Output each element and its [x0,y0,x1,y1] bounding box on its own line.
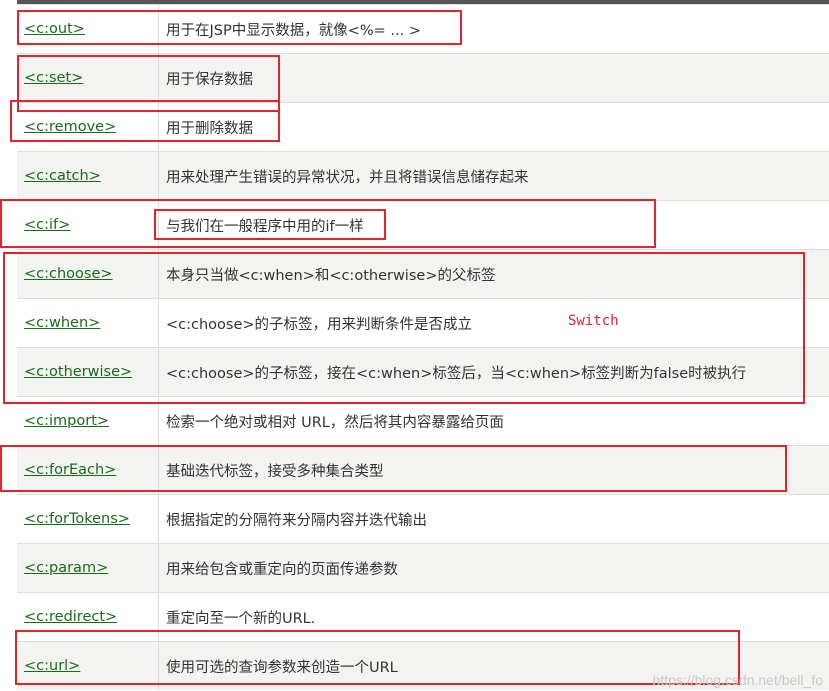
tag-link-c-catch[interactable]: <c:catch> [24,168,101,184]
highlight-box-url [15,630,740,685]
table-row: <c:forTokens> 根据指定的分隔符来分隔内容并迭代输出 [17,494,829,544]
switch-annotation: Switch [568,313,619,329]
highlight-box-out [17,10,462,45]
highlight-box-choose-group [3,252,805,404]
tag-link-c-fortokens[interactable]: <c:forTokens> [24,511,130,527]
table-row: <c:catch> 用来处理产生错误的异常状况，并且将错误信息储存起来 [17,151,829,201]
tag-description: 用来处理产生错误的异常状况，并且将错误信息储存起来 [158,151,829,201]
tag-link-c-redirect[interactable]: <c:redirect> [24,609,117,625]
tag-link-c-param[interactable]: <c:param> [24,560,108,576]
highlight-box-remove [10,100,280,142]
table-row: <c:param> 用来给包含或重定向的页面传递参数 [17,543,829,593]
tag-description: 用来给包含或重定向的页面传递参数 [158,543,829,593]
tag-link-c-import[interactable]: <c:import> [24,413,109,429]
tag-description: 根据指定的分隔符来分隔内容并迭代输出 [158,494,829,544]
highlight-box-foreach [0,445,787,492]
watermark: https://blog.csdn.net/bell_fo [652,672,823,688]
highlight-box-if-desc [154,209,386,240]
